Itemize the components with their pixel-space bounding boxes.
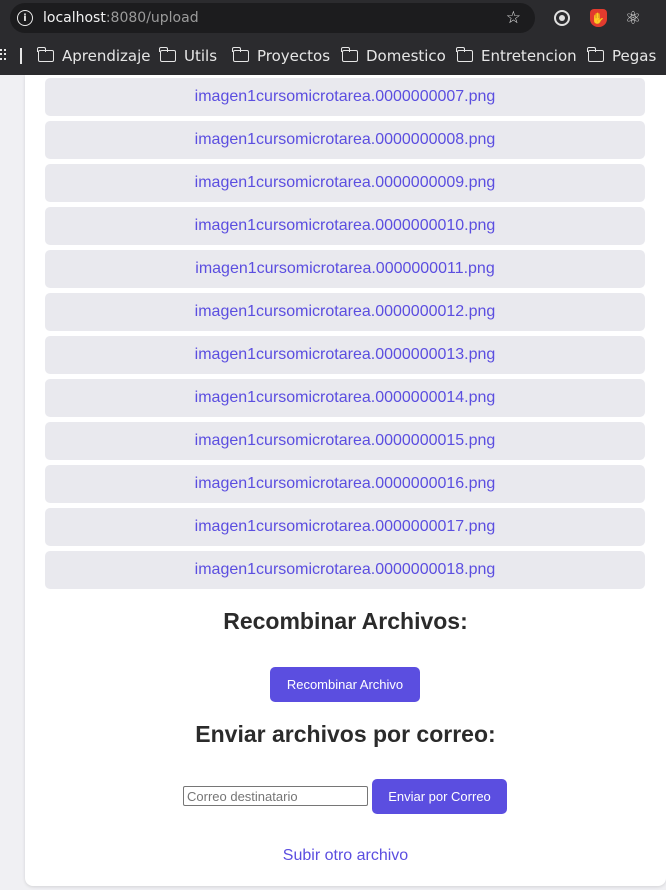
file-link[interactable]: imagen1cursomicrotarea.0000000008.png <box>45 121 645 159</box>
folder-icon <box>587 46 604 62</box>
bookmark-folder-domestico[interactable]: Domestico <box>341 37 446 74</box>
bookmark-label: Pegas <box>612 46 657 65</box>
bookmark-folder-proyectos[interactable]: Proyectos <box>232 37 331 74</box>
bookmark-label: Aprendizaje <box>62 46 151 65</box>
file-link[interactable]: imagen1cursomicrotarea.0000000010.png <box>45 207 645 245</box>
bookmark-label: Utils <box>184 46 218 65</box>
star-icon[interactable]: ☆ <box>506 8 521 28</box>
target-extension-icon[interactable] <box>553 9 571 27</box>
file-link[interactable]: imagen1cursomicrotarea.0000000012.png <box>45 293 645 331</box>
url-text[interactable]: localhost:8080/upload <box>43 10 199 26</box>
folder-icon <box>456 46 473 62</box>
bookmark-folder-aprendizaje[interactable]: Aprendizaje <box>37 37 151 74</box>
file-link[interactable]: imagen1cursomicrotarea.0000000015.png <box>45 422 645 460</box>
address-bar[interactable]: i localhost:8080/upload ☆ <box>10 3 535 33</box>
url-path: :8080/upload <box>105 10 199 26</box>
bookmark-folder-utils[interactable]: Utils <box>159 37 218 74</box>
file-link[interactable]: imagen1cursomicrotarea.0000000016.png <box>45 465 645 503</box>
info-icon[interactable]: i <box>17 10 33 26</box>
folder-icon <box>37 46 54 62</box>
file-list: imagen1cursomicrotarea.0000000007.png im… <box>45 78 645 594</box>
bookmarks-divider <box>20 48 22 64</box>
file-link[interactable]: imagen1cursomicrotarea.0000000014.png <box>45 379 645 417</box>
folder-icon <box>341 46 358 62</box>
apps-grid-icon[interactable] <box>0 49 6 61</box>
file-link[interactable]: imagen1cursomicrotarea.0000000013.png <box>45 336 645 374</box>
upload-another-link[interactable]: Subir otro archivo <box>25 847 666 865</box>
page-viewport: imagen1cursomicrotarea.0000000007.png im… <box>0 75 666 890</box>
folder-icon <box>232 46 249 62</box>
bookmark-label: Domestico <box>366 46 446 65</box>
bookmark-label: Proyectos <box>257 46 331 65</box>
file-link[interactable]: imagen1cursomicrotarea.0000000018.png <box>45 551 645 589</box>
bookmark-folder-entretencion[interactable]: Entretencion <box>456 37 577 74</box>
file-link[interactable]: imagen1cursomicrotarea.0000000011.png <box>45 250 645 288</box>
file-link[interactable]: imagen1cursomicrotarea.0000000017.png <box>45 508 645 546</box>
folder-icon <box>159 46 176 62</box>
recombine-title: Recombinar Archivos: <box>223 608 468 634</box>
stop-extension-icon[interactable]: ✋ <box>589 9 607 27</box>
email-title: Enviar archivos por correo: <box>195 721 496 747</box>
bookmark-folder-pegas[interactable]: Pegas <box>587 37 657 74</box>
upload-card: imagen1cursomicrotarea.0000000007.png im… <box>25 75 666 886</box>
react-extension-icon[interactable]: ⚛ <box>624 8 642 29</box>
email-recipient-input[interactable] <box>183 786 368 806</box>
recombine-button[interactable]: Recombinar Archivo <box>270 667 420 702</box>
send-email-button[interactable]: Enviar por Correo <box>372 779 507 814</box>
file-link[interactable]: imagen1cursomicrotarea.0000000009.png <box>45 164 645 202</box>
toolbar: i localhost:8080/upload ☆ ✋ ⚛ <box>0 0 666 36</box>
bookmarks-bar: Aprendizaje Utils Proyectos Domestico En… <box>0 37 666 74</box>
bookmark-label: Entretencion <box>481 46 577 65</box>
url-host: localhost <box>43 10 106 26</box>
file-link[interactable]: imagen1cursomicrotarea.0000000007.png <box>45 78 645 116</box>
browser-chrome: i localhost:8080/upload ☆ ✋ ⚛ Aprendizaj… <box>0 0 666 75</box>
